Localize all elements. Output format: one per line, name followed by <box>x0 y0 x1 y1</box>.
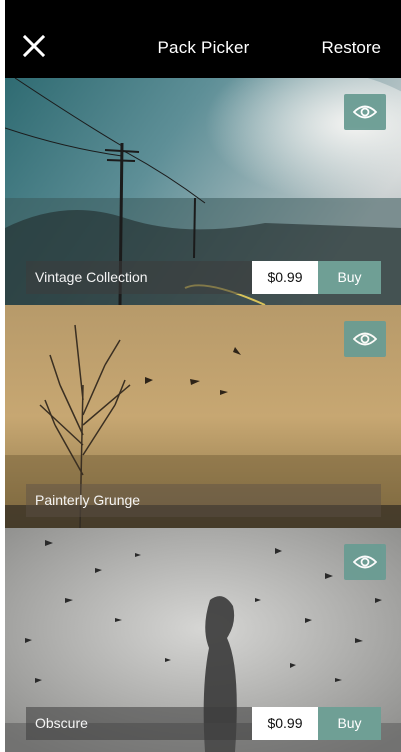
buy-button[interactable]: Buy <box>318 261 381 294</box>
restore-button[interactable]: Restore <box>321 38 381 58</box>
buy-button[interactable]: Buy <box>318 707 381 740</box>
pack-name: Obscure <box>35 715 88 731</box>
pack-name: Painterly Grunge <box>35 492 141 508</box>
pack-name: Vintage Collection <box>35 269 148 285</box>
pack-picker-screen: Pack Picker Restore Vintage Collection $… <box>5 0 401 752</box>
pack-info-bar: Vintage Collection $0.99 Buy <box>26 261 381 294</box>
preview-button[interactable] <box>344 544 386 580</box>
eye-icon <box>353 555 377 569</box>
price-label: $0.99 <box>252 261 318 294</box>
price-label: $0.99 <box>252 707 318 740</box>
preview-button[interactable] <box>344 321 386 357</box>
top-bar: Pack Picker Restore <box>5 0 401 78</box>
eye-icon <box>353 332 377 346</box>
pack-info-bar: Painterly Grunge <box>26 484 381 517</box>
pack-info-bar: Obscure $0.99 Buy <box>26 707 381 740</box>
pack-card-painterly-grunge[interactable]: Painterly Grunge <box>5 305 401 528</box>
pack-card-vintage-collection[interactable]: Vintage Collection $0.99 Buy <box>5 78 401 305</box>
pack-card-obscure[interactable]: Obscure $0.99 Buy <box>5 528 401 752</box>
eye-icon <box>353 105 377 119</box>
preview-button[interactable] <box>344 94 386 130</box>
